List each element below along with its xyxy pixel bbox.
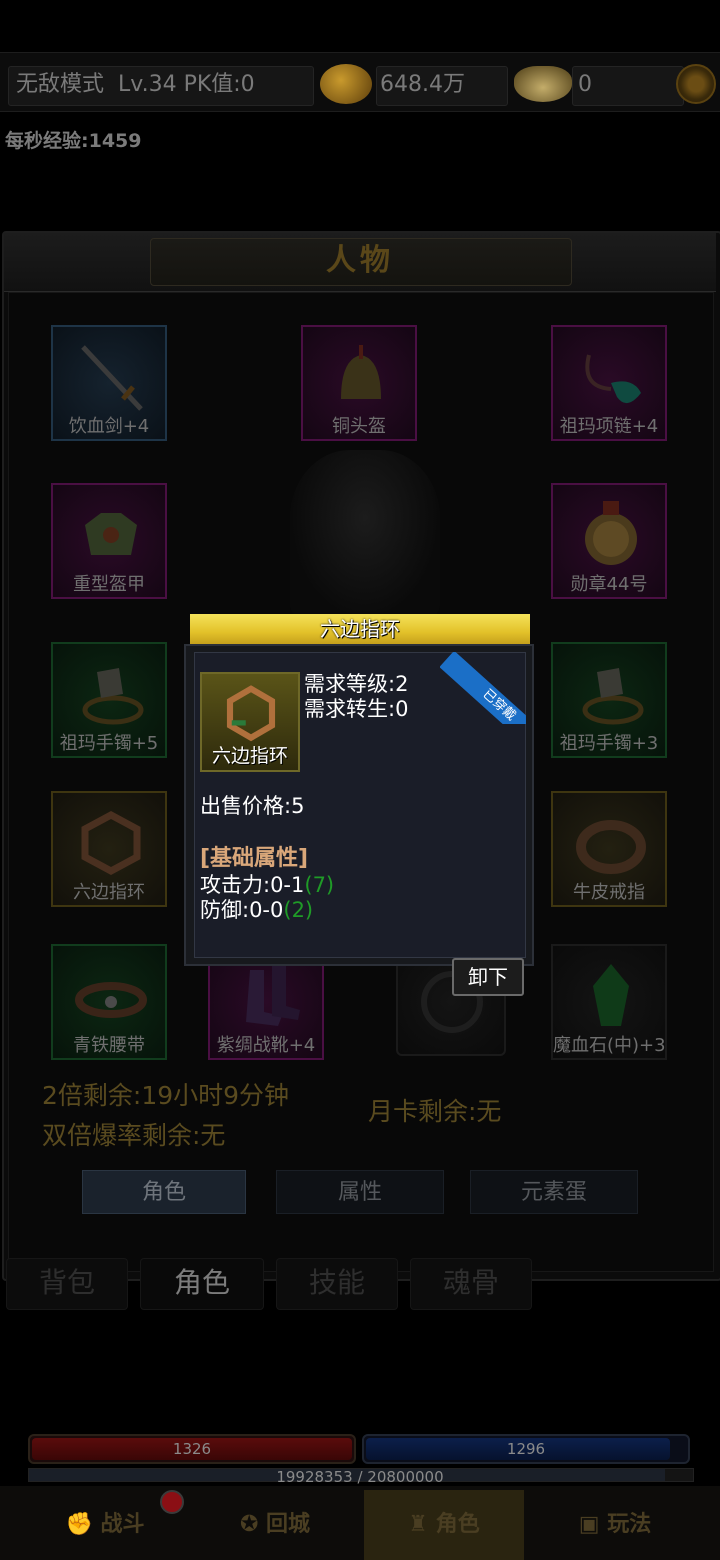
equipped-badge: 已穿戴	[440, 652, 526, 724]
item-popup-title: 六边指环	[190, 614, 530, 644]
item-icon-frame: 六边指环	[200, 672, 300, 772]
hexagon-ring-icon	[226, 685, 276, 742]
required-rebirth: 需求转生:0	[304, 697, 409, 721]
attack-stat: 攻击力:0-1(7)	[200, 873, 335, 897]
sell-price: 出售价格:5	[200, 794, 305, 818]
equipped-ribbon: 已穿戴	[440, 652, 526, 724]
unequip-button[interactable]: 卸下	[452, 958, 524, 996]
defense-stat: 防御:0-0(2)	[200, 898, 314, 922]
basic-attributes-header: [基础属性]	[200, 846, 309, 871]
item-icon-label: 六边指环	[211, 745, 288, 767]
required-level: 需求等级:2	[304, 672, 409, 696]
